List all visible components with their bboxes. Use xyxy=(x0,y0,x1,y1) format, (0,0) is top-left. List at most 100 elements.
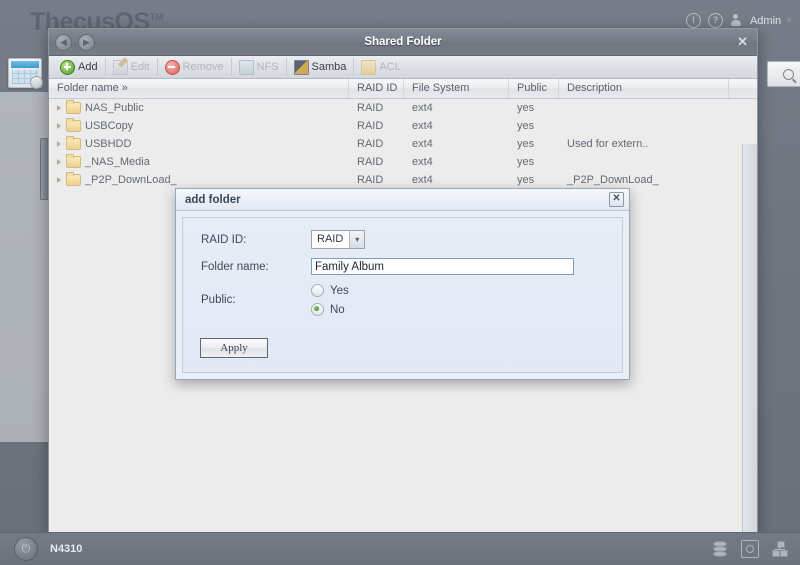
cell-description: Used for extern.. xyxy=(567,138,649,150)
cell-raid_id: RAID xyxy=(357,102,384,114)
help-icon-glyph: ? xyxy=(712,15,719,25)
expand-arrow-icon[interactable] xyxy=(57,123,61,129)
folder-name-text: USBHDD xyxy=(85,138,132,150)
folder-icon xyxy=(66,118,81,132)
column-header[interactable]: Public xyxy=(509,79,559,98)
system-status-icons xyxy=(712,540,788,558)
add-icon xyxy=(60,59,75,75)
folder-icon xyxy=(66,136,81,150)
expand-arrow-icon[interactable] xyxy=(57,177,61,183)
public-yes-radio[interactable] xyxy=(311,284,324,297)
admin-menu-caret-icon[interactable]: × xyxy=(786,15,792,26)
cell-name: USBHDD xyxy=(49,135,349,153)
folder-icon xyxy=(66,172,81,186)
public-yes-option[interactable]: Yes xyxy=(311,284,349,297)
table-row[interactable]: NAS_Public RAID ext4 yes xyxy=(49,99,757,117)
folder-name-label: Folder name: xyxy=(201,260,269,273)
chevron-down-icon: ▾ xyxy=(349,231,365,248)
table-row[interactable]: _P2P_DownLoad_ RAID ext4 yes _P2P_DownLoad_ xyxy=(49,171,757,189)
public-row: Public: Yes No xyxy=(201,284,622,316)
raid-id-row: RAID ID: RAID ▾ xyxy=(201,230,622,249)
folder-icon xyxy=(66,154,81,168)
public-radio-group: Yes No xyxy=(311,284,349,316)
expand-arrow-icon[interactable] xyxy=(57,141,61,147)
table-row[interactable]: USBHDD RAID ext4 yes Used for extern.. xyxy=(49,135,757,153)
toolbar: Add Edit Remove NFS Samba ACL xyxy=(49,56,757,79)
expand-arrow-icon[interactable] xyxy=(57,159,61,165)
disks-icon[interactable] xyxy=(712,541,728,557)
acl-icon xyxy=(361,59,377,75)
cell-raid_id: RAID xyxy=(357,174,384,186)
help-icon[interactable]: ? xyxy=(707,13,723,28)
cell-public: yes xyxy=(517,102,535,114)
forward-icon: ▶ xyxy=(83,36,90,47)
toolbar-button-label: Remove xyxy=(182,61,224,73)
toolbar-button-label: Add xyxy=(78,61,98,73)
search-button[interactable] xyxy=(767,61,800,87)
toolbar-button-remove: Remove xyxy=(158,58,232,76)
expand-arrow-icon[interactable] xyxy=(57,105,61,111)
raid-id-select[interactable]: RAID ▾ xyxy=(311,230,366,249)
admin-menu-label[interactable]: Admin xyxy=(750,15,781,27)
forward-button[interactable]: ▶ xyxy=(78,33,95,51)
power-button[interactable]: ⏻ xyxy=(14,537,38,561)
dialog-title: add folder xyxy=(185,193,241,206)
cell-public: yes xyxy=(517,156,535,168)
cell-public: yes xyxy=(517,138,535,150)
top-user-bar: ! ? Admin × xyxy=(685,13,792,28)
table-row[interactable]: USBCopy RAID ext4 yes xyxy=(49,117,757,135)
public-label: Public: xyxy=(201,294,236,306)
samba-icon xyxy=(293,59,309,75)
toolbar-button-label: ACL xyxy=(379,61,401,73)
toolbar-button-acl: ACL xyxy=(354,58,407,76)
raid-id-value: RAID xyxy=(317,233,344,245)
cell-name: _NAS_Media xyxy=(49,153,349,171)
cell-description: _P2P_DownLoad_ xyxy=(567,174,659,186)
network-icon[interactable] xyxy=(772,541,788,557)
dialog-close-button[interactable]: ✕ xyxy=(609,192,624,207)
table-row[interactable]: _NAS_Media RAID ext4 yes xyxy=(49,153,757,171)
cell-raid_id: RAID xyxy=(357,120,384,132)
apply-button[interactable]: Apply xyxy=(200,338,268,358)
table-vertical-scrollbar[interactable] xyxy=(742,144,757,534)
toolbar-button-add[interactable]: Add xyxy=(53,58,106,76)
cell-file_system: ext4 xyxy=(412,120,433,132)
column-header[interactable]: RAID ID xyxy=(349,79,404,98)
device-model-label: N4310 xyxy=(50,543,83,555)
edit-icon xyxy=(112,59,128,75)
toolbar-button-samba[interactable]: Samba xyxy=(287,58,355,76)
column-header[interactable]: Description xyxy=(559,79,729,98)
nfs-icon xyxy=(238,59,254,75)
cell-file_system: ext4 xyxy=(412,138,433,150)
os-logo-trademark: TM xyxy=(149,12,164,24)
cell-description xyxy=(559,117,729,135)
toolbar-button-label: Edit xyxy=(130,61,150,73)
cell-public: yes xyxy=(517,120,535,132)
dock-icon-badge xyxy=(30,76,43,89)
remove-icon xyxy=(164,59,180,75)
public-yes-label: Yes xyxy=(330,284,349,297)
search-icon xyxy=(782,68,794,80)
dock-shared-folder-icon[interactable] xyxy=(8,58,43,89)
raid-id-label: RAID ID: xyxy=(201,233,247,246)
window-close-button[interactable]: ✕ xyxy=(737,35,748,48)
dock-icon-titlebar xyxy=(11,61,39,68)
info-icon[interactable]: ! xyxy=(685,13,701,28)
public-no-option[interactable]: No xyxy=(311,303,349,316)
back-button[interactable]: ◀ xyxy=(55,33,72,51)
column-header[interactable]: Folder name » xyxy=(49,79,349,98)
toolbar-button-edit: Edit xyxy=(106,58,158,76)
public-no-radio[interactable] xyxy=(311,303,324,316)
cell-public: yes xyxy=(517,174,535,186)
toolbar-button-label: NFS xyxy=(256,61,279,73)
cell-description xyxy=(559,153,729,171)
column-header[interactable]: File System xyxy=(404,79,509,98)
media-icon[interactable] xyxy=(741,540,759,558)
folder-name-text: _P2P_DownLoad_ xyxy=(85,174,177,186)
folder-name-text: USBCopy xyxy=(85,120,134,132)
folder-name-input[interactable] xyxy=(311,258,574,275)
cell-name: NAS_Public xyxy=(49,99,349,117)
folder-name-text: NAS_Public xyxy=(85,102,144,114)
folder-name-row: Folder name: xyxy=(201,258,622,275)
public-no-label: No xyxy=(330,303,345,316)
